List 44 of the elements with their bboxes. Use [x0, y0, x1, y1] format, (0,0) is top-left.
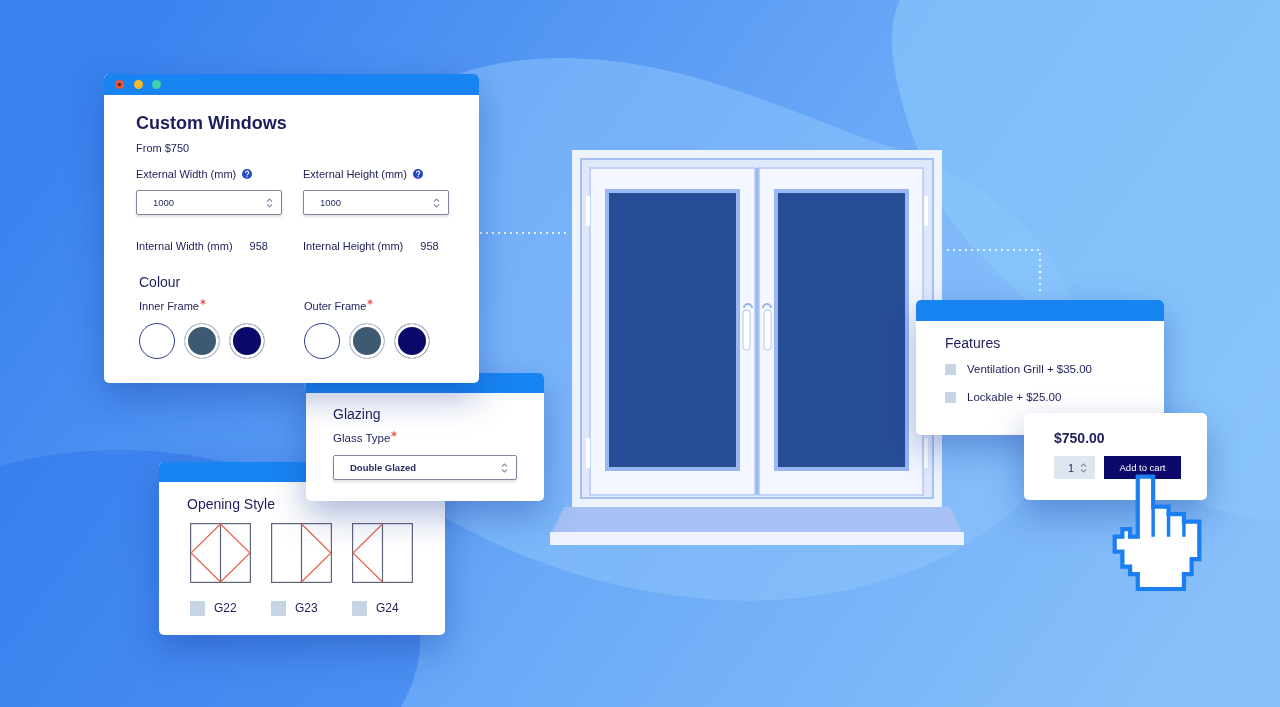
help-icon[interactable] [242, 169, 253, 179]
checkbox[interactable] [190, 601, 205, 616]
select-field[interactable]: Double Glazed [333, 455, 517, 480]
card-title: Features [945, 335, 1001, 351]
card-title: Custom Windows [136, 112, 287, 134]
swatch-icon[interactable] [304, 323, 340, 359]
price-text: $750.00 [1054, 430, 1105, 446]
field-label: External Height (mm) [303, 167, 407, 181]
card-title: Opening Style [187, 496, 275, 512]
field-label: Inner Frame [139, 299, 199, 313]
field-label: External Width (mm) [136, 167, 237, 181]
number-input[interactable]: 1000 [303, 190, 449, 215]
checkbox[interactable] [352, 601, 367, 616]
handle-icon [762, 303, 772, 351]
field-label: Outer Frame [304, 299, 367, 313]
spinner-icon[interactable] [501, 462, 508, 473]
option-label: G22 [214, 601, 237, 616]
field-label: Internal Width (mm) [136, 239, 233, 253]
option-label: G23 [295, 601, 318, 616]
window-opening-icon [352, 523, 413, 583]
card-title: Glazing [333, 406, 381, 422]
field-label: Glass Type [333, 431, 391, 445]
swatch-icon[interactable] [139, 323, 175, 359]
option-label: G24 [376, 601, 399, 616]
checkbox[interactable] [945, 363, 956, 375]
window-opening-icon [190, 523, 251, 583]
value-text: 958 [420, 239, 439, 253]
spinner-icon[interactable] [1080, 462, 1087, 473]
option-label: Lockable + $25.00 [967, 390, 1062, 404]
spinner-icon[interactable] [266, 197, 273, 208]
window-opening-icon [271, 523, 332, 583]
handle-icon [742, 303, 753, 351]
spinner-icon[interactable] [433, 197, 440, 208]
section-heading: Colour [139, 274, 181, 290]
quantity-input[interactable]: 1 [1054, 456, 1095, 479]
checkbox[interactable] [271, 601, 286, 616]
price-text: From $750 [136, 141, 190, 155]
field-label: Internal Height (mm) [303, 239, 404, 253]
option-label: Ventilation Grill + $35.00 [967, 362, 1092, 376]
value-text: 958 [249, 239, 268, 253]
help-icon[interactable] [412, 169, 423, 179]
checkbox[interactable] [945, 391, 956, 403]
number-input[interactable]: 1000 [136, 190, 282, 215]
add-to-cart-button[interactable]: Add to cart [1104, 456, 1181, 479]
